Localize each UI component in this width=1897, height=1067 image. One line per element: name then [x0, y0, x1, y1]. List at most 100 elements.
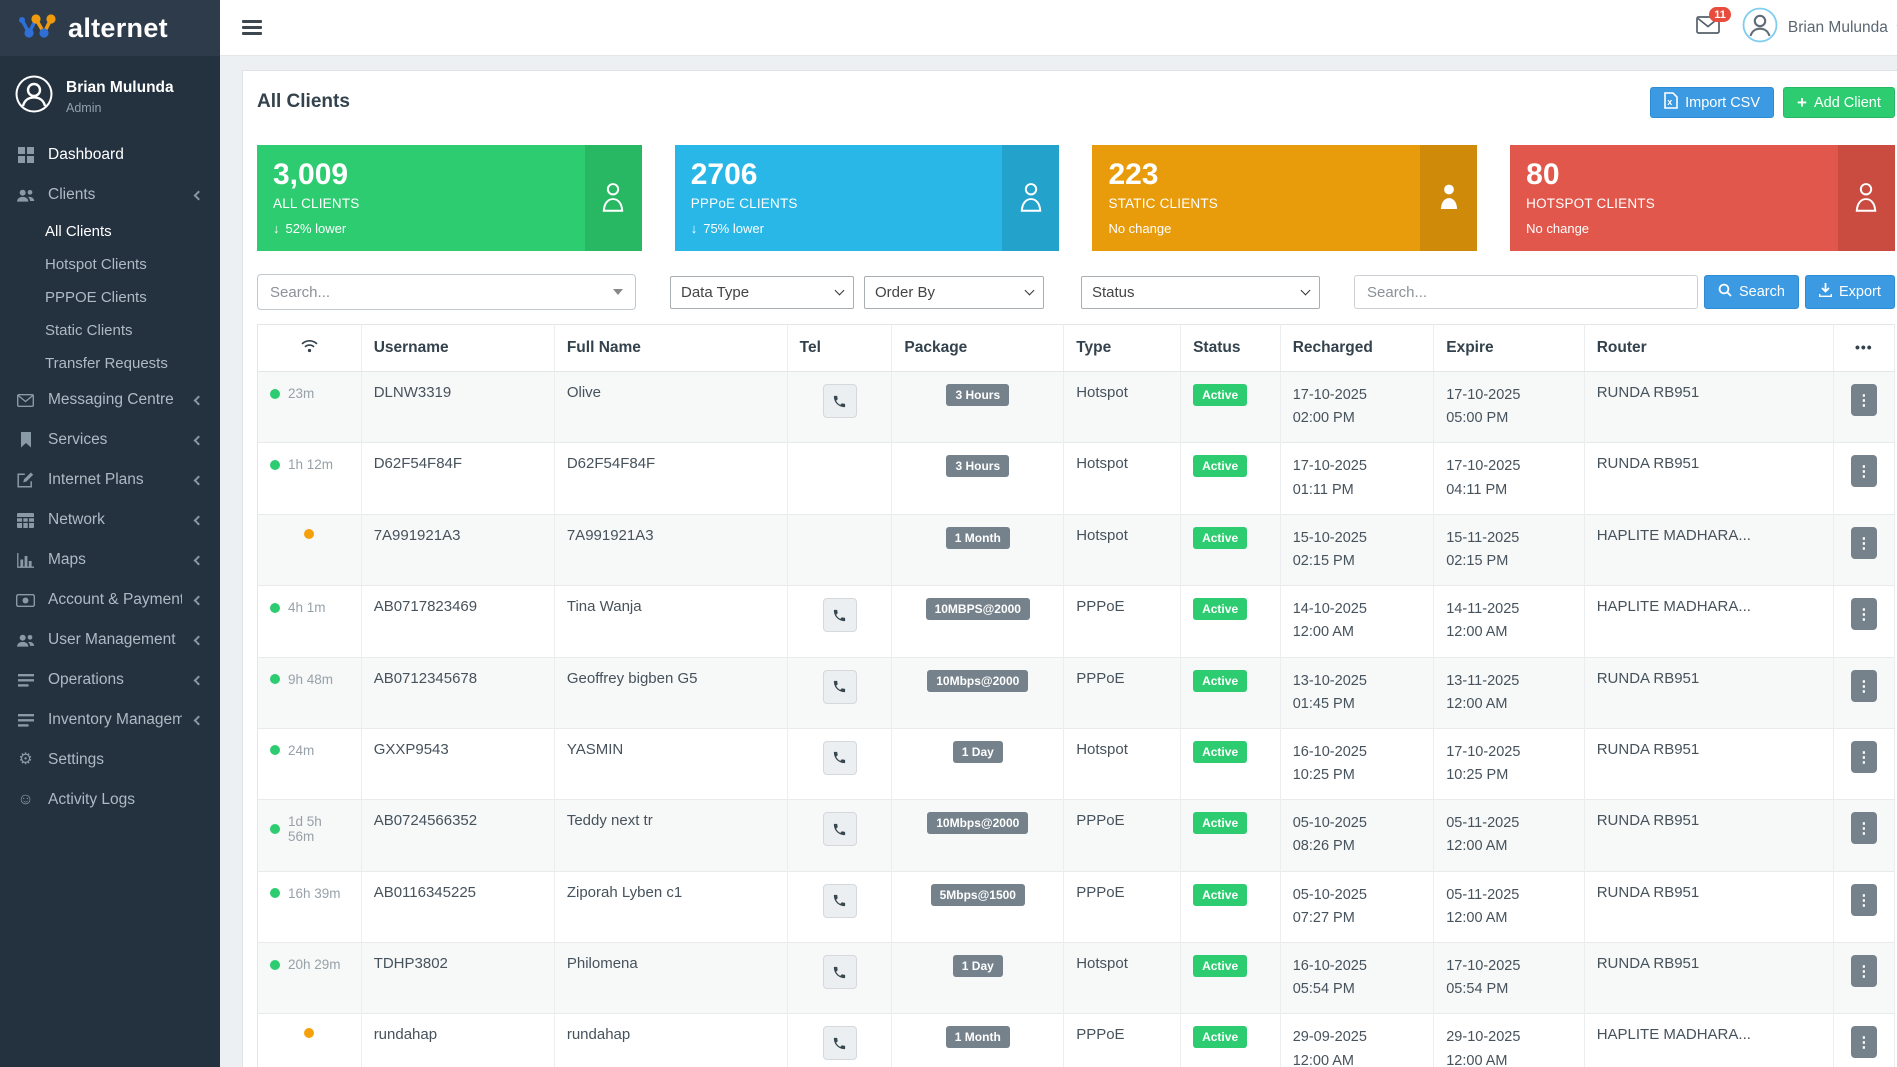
- sidebar-item-operations[interactable]: Operations: [0, 660, 220, 700]
- arrow-down-icon: ↓: [691, 221, 698, 236]
- stat-footer: No change: [1526, 221, 1879, 236]
- column-header-package[interactable]: Package: [892, 325, 1064, 372]
- column-header-username[interactable]: Username: [361, 325, 554, 372]
- export-button[interactable]: Export: [1805, 275, 1895, 309]
- sidebar-item-account-payments[interactable]: Account & Payments: [0, 580, 220, 620]
- call-button[interactable]: [823, 384, 857, 418]
- column-header-expire[interactable]: Expire: [1434, 325, 1584, 372]
- sidebar-subitem-all-clients[interactable]: All Clients: [0, 215, 220, 248]
- search-button[interactable]: Search: [1704, 275, 1799, 309]
- package-badge: 3 Hours: [946, 384, 1009, 406]
- call-button[interactable]: [823, 670, 857, 704]
- sidebar-item-maps[interactable]: Maps: [0, 540, 220, 580]
- cell-username: AB0724566352: [361, 800, 554, 871]
- cell-router: RUNDA RB951: [1584, 657, 1833, 728]
- cell-connection: 9h 48m: [258, 657, 362, 728]
- status-badge: Active: [1193, 670, 1247, 692]
- sidebar-item-user-management[interactable]: User Management: [0, 620, 220, 660]
- row-actions-button[interactable]: ⋮: [1851, 384, 1877, 416]
- row-actions-button[interactable]: ⋮: [1851, 598, 1877, 630]
- sidebar-item-network[interactable]: Network: [0, 500, 220, 540]
- table-row: 23mDLNW3319Olive3 HoursHotspotActive17-1…: [258, 372, 1895, 443]
- column-header-type[interactable]: Type: [1064, 325, 1181, 372]
- stat-card-pppoe-clients: 2706PPPoE CLIENTS↓75% lower: [675, 145, 1060, 251]
- sidebar-subitem-hotspot-clients[interactable]: Hotspot Clients: [0, 248, 220, 281]
- user-menu-button[interactable]: Brian Mulunda: [1742, 7, 1897, 48]
- cell-recharged: 15-10-202502:15 PM: [1280, 514, 1434, 585]
- cell-connection: [258, 1014, 362, 1067]
- column-header-actions[interactable]: •••: [1833, 325, 1894, 372]
- status-badge: Active: [1193, 1026, 1247, 1048]
- sidebar-subitem-pppoe-clients[interactable]: PPPOE Clients: [0, 281, 220, 314]
- call-button[interactable]: [823, 741, 857, 775]
- cell-tel: [787, 586, 892, 657]
- row-actions-button[interactable]: ⋮: [1851, 741, 1877, 773]
- client-search-select[interactable]: Search...: [257, 274, 636, 310]
- cell-connection: 1h 12m: [258, 443, 362, 514]
- status-select[interactable]: Status: [1081, 276, 1320, 309]
- call-button[interactable]: [823, 1026, 857, 1060]
- cell-expire: 17-10-202505:00 PM: [1434, 372, 1584, 443]
- sidebar-item-label: Inventory Management: [48, 711, 182, 729]
- messages-button[interactable]: 11: [1696, 16, 1720, 39]
- cell-username: AB0712345678: [361, 657, 554, 728]
- row-actions-button[interactable]: ⋮: [1851, 1026, 1877, 1058]
- row-actions-button[interactable]: ⋮: [1851, 812, 1877, 844]
- topbar: 11 Brian Mulunda: [220, 0, 1897, 56]
- users-icon: [16, 188, 35, 203]
- search-input[interactable]: [1354, 275, 1698, 309]
- sidebar-item-label: Settings: [48, 751, 204, 769]
- sidebar-item-clients[interactable]: Clients: [0, 175, 220, 215]
- add-client-button[interactable]: + Add Client: [1783, 87, 1895, 118]
- cell-router: RUNDA RB951: [1584, 871, 1833, 942]
- cell-tel: [787, 443, 892, 514]
- cell-type: PPPoE: [1064, 800, 1181, 871]
- column-header-connection[interactable]: [258, 325, 362, 372]
- column-header-recharged[interactable]: Recharged: [1280, 325, 1434, 372]
- sidebar-item-messaging-centre[interactable]: Messaging Centre: [0, 380, 220, 420]
- cell-actions: ⋮: [1833, 586, 1894, 657]
- chevron-left-icon: [194, 595, 204, 605]
- call-button[interactable]: [823, 812, 857, 846]
- call-button[interactable]: [823, 884, 857, 918]
- stat-value: 80: [1526, 159, 1879, 191]
- sidebar-item-inventory-management[interactable]: Inventory Management: [0, 700, 220, 740]
- cell-type: Hotspot: [1064, 943, 1181, 1014]
- sidebar-item-settings[interactable]: ⚙Settings: [0, 740, 220, 780]
- sidebar-subitem-static-clients[interactable]: Static Clients: [0, 314, 220, 347]
- column-header-router[interactable]: Router: [1584, 325, 1833, 372]
- topbar-user-name: Brian Mulunda: [1788, 19, 1888, 37]
- row-actions-button[interactable]: ⋮: [1851, 884, 1877, 916]
- column-header-status[interactable]: Status: [1181, 325, 1281, 372]
- money-icon: [16, 594, 35, 607]
- sidebar-item-services[interactable]: Services: [0, 420, 220, 460]
- import-csv-button[interactable]: x Import CSV: [1650, 87, 1774, 118]
- call-button[interactable]: [823, 955, 857, 989]
- online-status-dot: [270, 389, 280, 399]
- row-actions-button[interactable]: ⋮: [1851, 955, 1877, 987]
- main-area: 11 Brian Mulunda: [220, 0, 1897, 1067]
- cell-package: 10Mbps@2000: [892, 657, 1064, 728]
- cell-username: rundahap: [361, 1014, 554, 1067]
- cell-router: HAPLITE MADHARA...: [1584, 514, 1833, 585]
- order-by-select[interactable]: Order By: [864, 276, 1044, 309]
- sidebar-item-internet-plans[interactable]: Internet Plans: [0, 460, 220, 500]
- cell-package: 1 Day: [892, 728, 1064, 799]
- call-button[interactable]: [823, 598, 857, 632]
- column-header-full-name[interactable]: Full Name: [554, 325, 787, 372]
- cell-expire: 17-10-202510:25 PM: [1434, 728, 1584, 799]
- order-by-label: Order By: [875, 284, 1026, 301]
- row-actions-button[interactable]: ⋮: [1851, 670, 1877, 702]
- cell-package: 10MBPS@2000: [892, 586, 1064, 657]
- row-actions-button[interactable]: ⋮: [1851, 455, 1877, 487]
- brand-logo[interactable]: alternet: [0, 0, 220, 56]
- menu-toggle-button[interactable]: [242, 17, 262, 39]
- column-header-tel[interactable]: Tel: [787, 325, 892, 372]
- sidebar-item-activity-logs[interactable]: ☺Activity Logs: [0, 780, 220, 820]
- data-type-select[interactable]: Data Type: [670, 276, 854, 309]
- row-actions-button[interactable]: ⋮: [1851, 527, 1877, 559]
- sidebar-subitem-transfer-requests[interactable]: Transfer Requests: [0, 347, 220, 380]
- cell-full-name: Ziporah Lyben c1: [554, 871, 787, 942]
- uptime-label: 1d 5h 56m: [288, 814, 349, 844]
- sidebar-item-dashboard[interactable]: Dashboard: [0, 135, 220, 175]
